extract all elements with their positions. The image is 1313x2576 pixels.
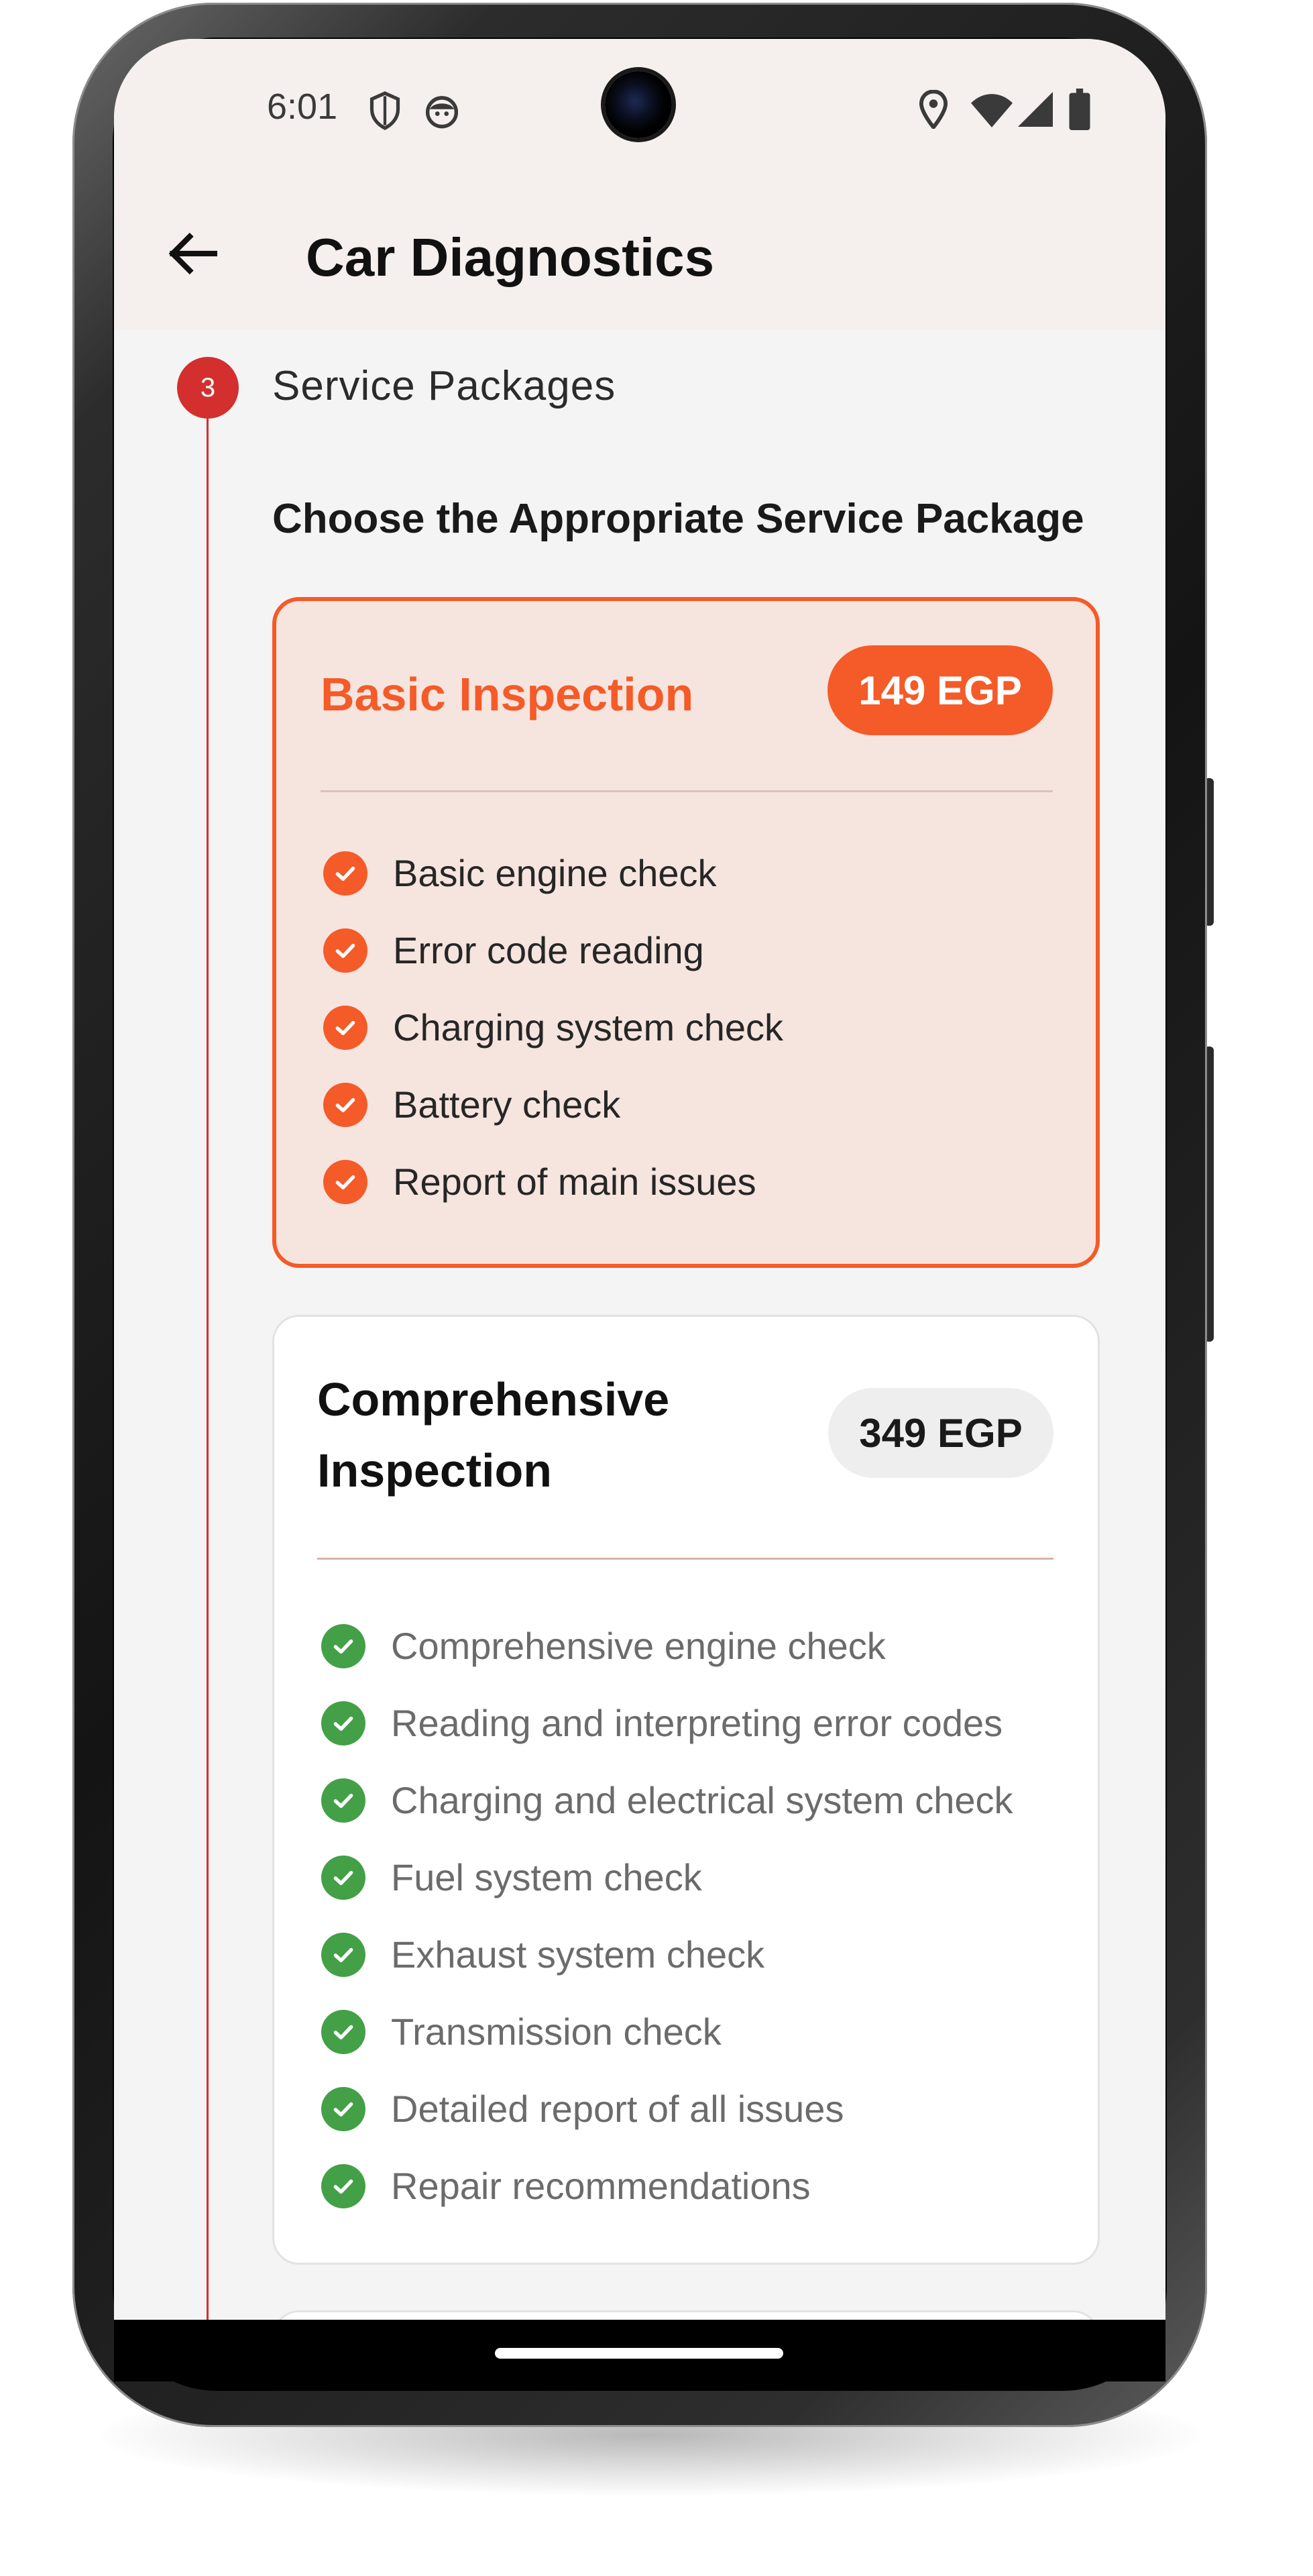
feature-label: Reading and interpreting error codes <box>391 1702 1003 1744</box>
check-circle-icon <box>321 2163 365 2208</box>
check-circle-icon <box>321 1932 365 1977</box>
section-heading: Choose the Appropriate Service Package <box>272 496 1084 542</box>
feature-label: Transmission check <box>391 2010 722 2053</box>
status-time: 6:01 <box>267 87 338 127</box>
feature-label: Exhaust system check <box>391 1933 765 1976</box>
front-camera <box>605 71 672 138</box>
feature-label: Detailed report of all issues <box>391 2088 844 2130</box>
face-icon <box>424 93 460 132</box>
feature-item: Repair recommendations <box>321 2147 1013 2224</box>
check-circle-icon <box>323 851 367 896</box>
home-gesture-handle[interactable] <box>495 2348 783 2359</box>
feature-item: Charging system check <box>323 989 783 1066</box>
feature-item: Report of main issues <box>323 1143 783 1220</box>
signal-icon <box>1018 91 1053 131</box>
check-circle-icon <box>323 928 367 973</box>
feature-item: Transmission check <box>321 1993 1013 2070</box>
feature-label: Error code reading <box>393 929 704 971</box>
feature-label: Repair recommendations <box>391 2165 811 2207</box>
feature-label: Report of main issues <box>393 1161 756 1203</box>
check-circle-icon <box>321 2009 365 2054</box>
feature-list: Basic engine check Error code reading Ch… <box>323 835 783 1220</box>
wifi-icon <box>971 93 1013 131</box>
feature-item: Battery check <box>323 1066 783 1143</box>
top-app-bar: 6:01 Car Diagnostics <box>114 39 1165 330</box>
feature-item: Comprehensive engine check <box>321 1607 1013 1684</box>
battery-icon <box>1069 89 1090 133</box>
package-card-comprehensive[interactable]: Comprehensive Inspection 349 EGP Compreh… <box>272 1315 1100 2265</box>
price-badge: 149 EGP <box>827 645 1053 735</box>
check-circle-icon <box>321 1701 365 1746</box>
card-divider <box>317 1558 1053 1560</box>
feature-item: Reading and interpreting error codes <box>321 1684 1013 1762</box>
price-badge: 349 EGP <box>828 1388 1053 1478</box>
feature-item: Charging and electrical system check <box>321 1762 1013 1839</box>
feature-item: Error code reading <box>323 912 783 989</box>
stepper-connector-line <box>207 408 209 2324</box>
feature-item: Basic engine check <box>323 835 783 912</box>
feature-label: Comprehensive engine check <box>391 1625 886 1667</box>
back-button[interactable] <box>158 220 225 287</box>
package-name: Comprehensive Inspection <box>317 1373 670 1497</box>
check-circle-icon <box>323 1082 367 1127</box>
feature-item: Exhaust system check <box>321 1916 1013 1993</box>
feature-item: Fuel system check <box>321 1839 1013 1916</box>
check-circle-icon <box>323 1005 367 1050</box>
step-label[interactable]: Service Packages <box>272 362 616 410</box>
step-number-badge[interactable]: 3 <box>177 357 239 419</box>
check-circle-icon <box>323 1159 367 1204</box>
package-name: Basic Inspection <box>321 668 694 720</box>
check-circle-icon <box>321 2086 365 2131</box>
feature-item: Detailed report of all issues <box>321 2070 1013 2147</box>
check-circle-icon <box>321 1778 365 1823</box>
feature-label: Fuel system check <box>391 1856 702 1898</box>
page-title: Car Diagnostics <box>306 227 715 287</box>
app-screen: 6:01 Car Diagnostics 3 Service Packages … <box>114 39 1165 2324</box>
package-card-basic[interactable]: Basic Inspection 149 EGP Basic engine ch… <box>272 597 1100 1268</box>
feature-label: Charging and electrical system check <box>391 1779 1013 1821</box>
check-circle-icon <box>321 1855 365 1900</box>
feature-label: Basic engine check <box>393 852 717 894</box>
feature-label: Charging system check <box>393 1006 784 1049</box>
arrow-left-icon <box>168 232 217 275</box>
feature-label: Battery check <box>393 1083 621 1126</box>
check-circle-icon <box>321 1623 365 1668</box>
location-icon <box>919 89 948 132</box>
shield-icon <box>367 91 402 133</box>
card-divider <box>321 790 1053 792</box>
feature-list: Comprehensive engine check Reading and i… <box>321 1607 1013 2224</box>
